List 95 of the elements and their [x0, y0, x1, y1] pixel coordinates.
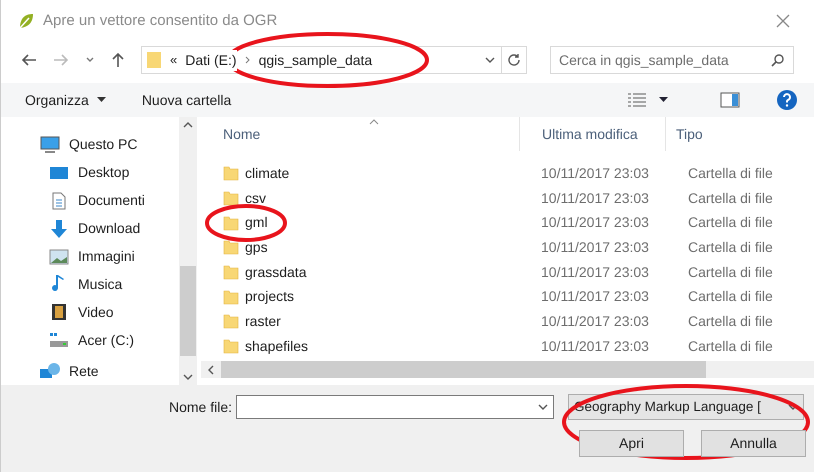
help-icon: [776, 89, 798, 111]
chevron-left-icon: [207, 364, 215, 374]
file-type-dropdown[interactable]: Geography Markup Language [: [568, 394, 804, 420]
file-name[interactable]: gps: [245, 236, 268, 258]
sidebar-item[interactable]: Documenti: [39, 186, 179, 215]
file-name[interactable]: gml: [245, 212, 268, 234]
filename-field[interactable]: [236, 395, 554, 419]
file-name[interactable]: climate: [245, 162, 290, 184]
modified-date: 10/11/2017 23:03: [541, 213, 650, 232]
breadcrumb-item[interactable]: Dati (E:): [185, 50, 237, 70]
folder-icon: [223, 338, 239, 354]
back-button[interactable]: [21, 53, 37, 67]
column-header[interactable]: Ultima modifica: [519, 117, 665, 151]
vertical-scrollbar[interactable]: [179, 117, 197, 385]
sidebar-item[interactable]: Video: [39, 298, 179, 326]
folder-icon: [223, 264, 239, 280]
sidebar-item[interactable]: Rete: [39, 357, 179, 386]
monitor-icon: [49, 164, 69, 181]
file-name[interactable]: raster: [245, 310, 281, 332]
document-icon: [51, 192, 67, 210]
cancel-button[interactable]: Annulla: [701, 430, 806, 457]
column-header[interactable]: Nome: [201, 117, 519, 151]
file-type: Cartella di file: [688, 287, 773, 306]
caret-icon: [96, 97, 106, 103]
file-type: Cartella di file: [688, 238, 773, 257]
address-bar[interactable]: « Dati (E:) qgis_sample_data: [141, 46, 527, 74]
open-button[interactable]: Apri: [579, 430, 684, 457]
file-name[interactable]: projects: [245, 286, 294, 308]
refresh-icon: [507, 53, 521, 67]
sidebar-item[interactable]: Acer (C:): [39, 326, 179, 354]
leaf-logo-icon: [17, 12, 35, 30]
search-icon: [771, 53, 785, 67]
chevron-down-icon: [485, 56, 495, 64]
chevron-up-icon: [183, 121, 193, 129]
file-name[interactable]: shapefiles: [245, 336, 308, 357]
sidebar-item[interactable]: Musica: [39, 270, 179, 298]
folder-icon: [223, 165, 239, 182]
folder-icon: [223, 239, 239, 256]
organize-button[interactable]: Organizza: [25, 90, 106, 110]
sort-up-icon: [369, 119, 379, 125]
chevron-down-icon: [538, 403, 548, 411]
overflow-chevron: «: [170, 51, 178, 70]
sidebar-item[interactable]: Download: [39, 214, 179, 243]
down-arrow-icon: [49, 218, 69, 239]
horizontal-scrollbar[interactable]: [201, 361, 814, 378]
column-header[interactable]: Tipo: [665, 117, 814, 151]
chevron-down-icon: [183, 373, 193, 381]
folder-icon: [223, 190, 239, 206]
drive-icon: [49, 332, 69, 348]
filename-label: Nome file:: [169, 398, 232, 416]
file-type: Cartella di file: [688, 312, 773, 331]
scrollbar-thumb[interactable]: [221, 361, 706, 378]
modified-date: 10/11/2017 23:03: [541, 336, 650, 356]
preview-pane-button[interactable]: [720, 92, 740, 108]
breadcrumb-chevron-icon: [244, 56, 251, 64]
modified-date: 10/11/2017 23:03: [541, 287, 650, 306]
caret-icon: [659, 97, 668, 103]
computer-icon: [40, 136, 60, 154]
list-view-icon: [627, 93, 647, 107]
right-arrow-icon: [53, 53, 69, 67]
new-folder-button[interactable]: Nuova cartella: [142, 90, 232, 110]
modified-date: 10/11/2017 23:03: [541, 164, 650, 183]
file-name[interactable]: grassdata: [245, 262, 306, 283]
film-icon: [51, 303, 67, 322]
search-field[interactable]: Cerca in qgis_sample_data: [550, 46, 794, 74]
file-name[interactable]: csv: [245, 188, 266, 209]
help-button[interactable]: [776, 89, 798, 111]
scrollbar-thumb[interactable]: [180, 266, 196, 356]
folder-icon: [146, 51, 162, 69]
pane-icon: [720, 92, 740, 108]
close-icon: [776, 14, 790, 28]
file-type: Cartella di file: [688, 188, 773, 208]
history-button[interactable]: [85, 56, 95, 64]
modified-date: 10/11/2017 23:03: [541, 262, 650, 282]
chevron-down-icon: [85, 56, 95, 64]
file-type: Cartella di file: [688, 213, 773, 232]
modified-date: 10/11/2017 23:03: [541, 188, 650, 208]
image-icon: [49, 248, 69, 264]
file-type: Cartella di file: [688, 336, 773, 356]
left-arrow-icon: [21, 53, 37, 67]
sidebar-item[interactable]: Desktop: [39, 158, 179, 187]
folder-icon: [223, 288, 239, 305]
up-arrow-icon: [111, 52, 125, 68]
folder-icon: [223, 313, 239, 330]
file-type: Cartella di file: [688, 164, 773, 183]
up-button[interactable]: [111, 52, 125, 68]
folder-icon: [223, 214, 239, 231]
file-type: Cartella di file: [688, 262, 773, 282]
view-options-button[interactable]: [627, 93, 668, 107]
sidebar-item[interactable]: Questo PC: [39, 131, 179, 159]
sidebar-item[interactable]: Immagini: [39, 242, 179, 270]
window-title: Apre un vettore consentito da OGR: [43, 10, 278, 31]
modified-date: 10/11/2017 23:03: [541, 238, 650, 257]
network-icon: [39, 362, 61, 380]
modified-date: 10/11/2017 23:03: [541, 312, 650, 331]
